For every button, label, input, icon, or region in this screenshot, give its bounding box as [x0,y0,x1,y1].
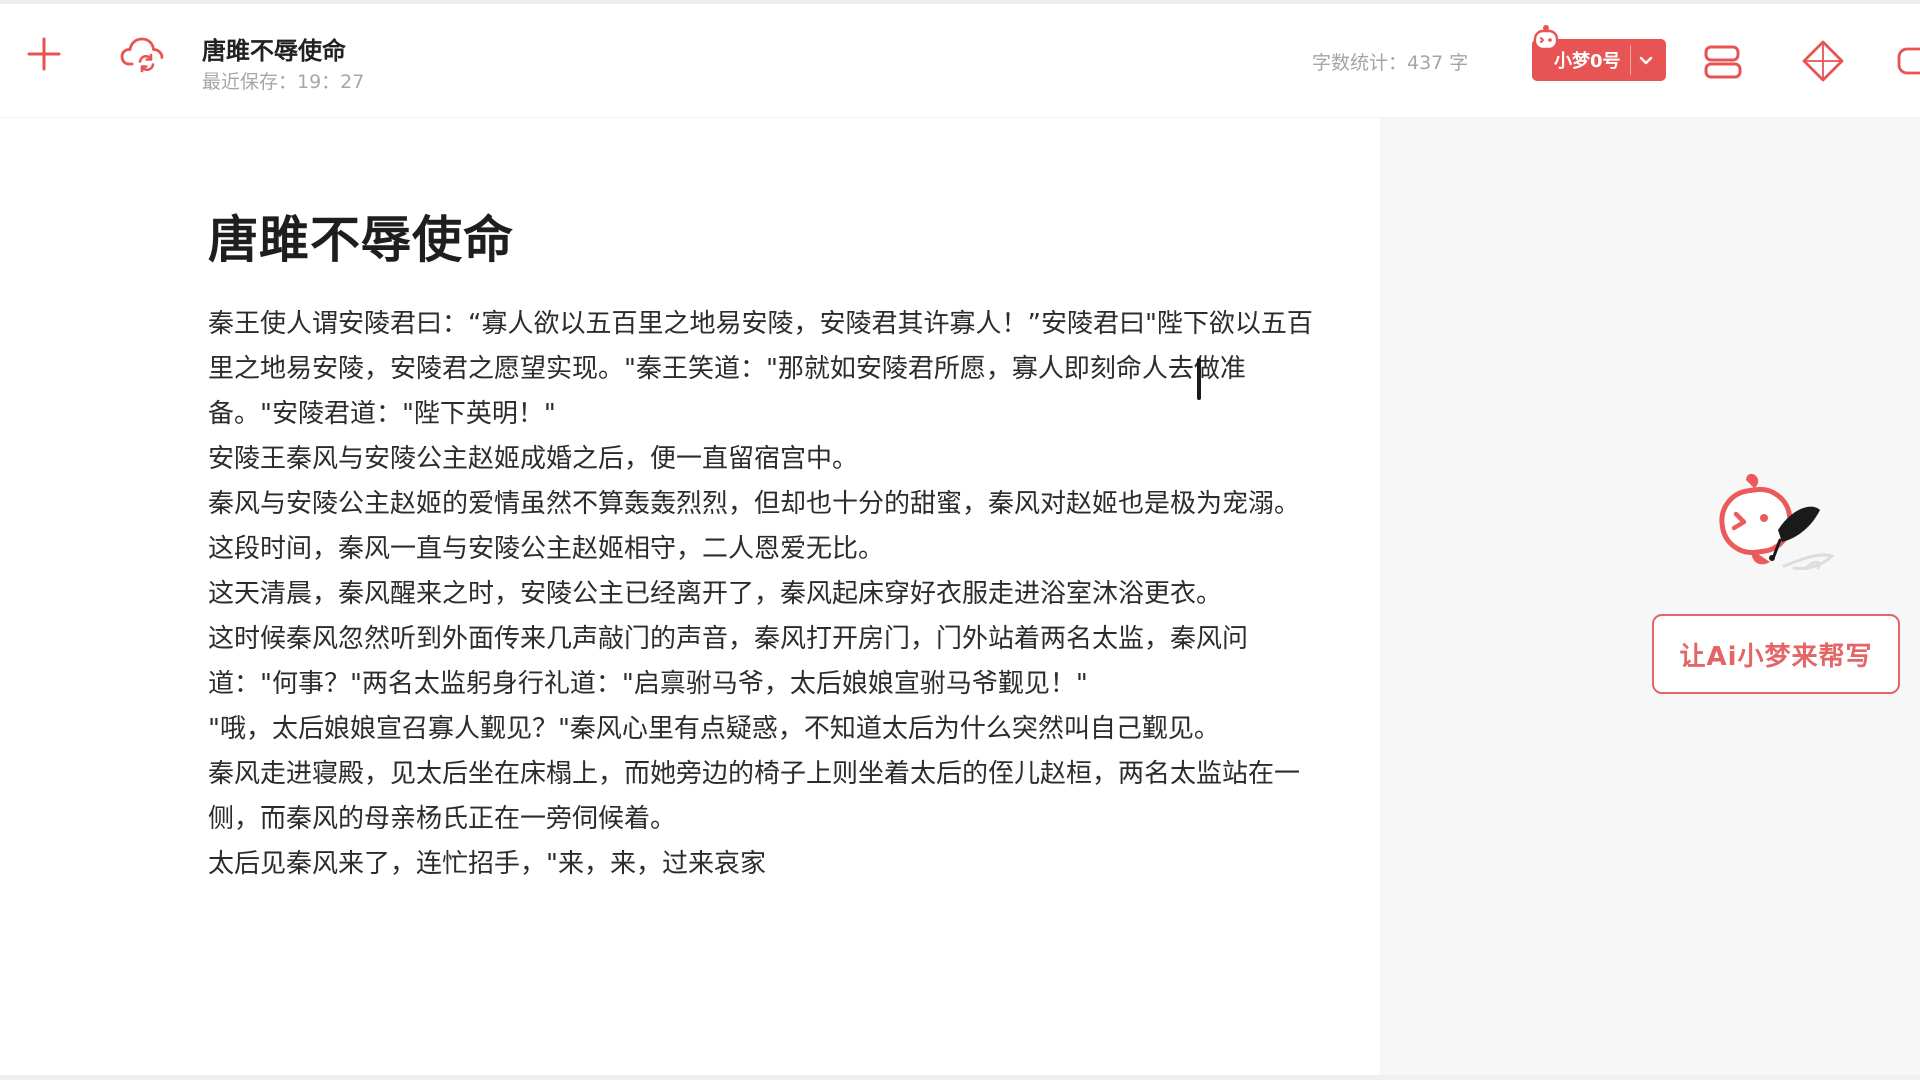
assistant-side-panel [1380,118,1920,1080]
article-paragraph[interactable]: 秦风与安陵公主赵姬的爱情虽然不算轰轰烈烈，但却也十分的甜蜜，秦风对赵姬也是极为宠… [208,482,1314,527]
article-paragraph[interactable]: 秦王使人谓安陵君曰：“寡人欲以五百里之地易安陵，安陵君其许寡人！”安陵君曰"陛下… [208,302,1314,437]
text-cursor [1197,358,1201,400]
word-count: 字数统计：437 字 [1312,52,1469,74]
article-body[interactable]: 秦王使人谓安陵君曰：“寡人欲以五百里之地易安陵，安陵君其许寡人！”安陵君曰"陛下… [208,302,1314,887]
outline-icon [1704,45,1742,79]
article-paragraph[interactable]: "哦，太后娘娘宣召寡人觐见？"秦风心里有点疑惑，不知道太后为什么突然叫自己觐见。 [208,707,1314,752]
ai-write-button[interactable]: 让Ai小梦来帮写 [1652,614,1900,694]
last-saved-time: 最近保存：19：27 [202,71,365,93]
cloud-sync-button[interactable] [118,30,166,78]
article-paragraph[interactable]: 这天清晨，秦风醒来之时，安陵公主已经离开了，秦风起床穿好衣服走进浴室沐浴更衣。 [208,572,1314,617]
article-paragraph[interactable]: 安陵王秦风与安陵公主赵姬成婚之后，便一直留宿宫中。 [208,437,1314,482]
outline-button[interactable] [1700,40,1746,84]
article-paragraph[interactable]: 这段时间，秦风一直与安陵公主赵姬相守，二人恩爱无比。 [208,527,1314,572]
editor-toolbar: 唐雎不辱使命 最近保存：19：27 字数统计：437 字 小梦0号 [0,4,1920,118]
article-title[interactable]: 唐雎不辱使命 [208,205,514,275]
more-tools-button[interactable] [1896,42,1920,82]
inspiration-button[interactable] [1800,38,1846,84]
model-selector-label: 小梦0号 [1554,51,1621,72]
article-paragraph[interactable]: 太后见秦风来了，连忙招手，"来，来，过来哀家 [208,842,1314,887]
window-bottom-border [0,1075,1920,1080]
article-paragraph[interactable]: 这时候秦风忽然听到外面传来几声敲门的声音，秦风打开房门，门外站着两名太监，秦风问… [208,617,1314,707]
document-title[interactable]: 唐雎不辱使命 [202,34,364,68]
diamond-icon [1802,40,1844,82]
cloud-sync-icon [120,37,164,73]
article-paragraph[interactable]: 秦风走进寝殿，见太后坐在床榻上，而她旁边的椅子上则坐着太后的侄儿赵桓，两名太监站… [208,752,1314,842]
mascot-icon [1719,473,1835,570]
robot-mascot-icon [1533,25,1559,51]
plus-icon [27,37,61,71]
chevron-down-icon[interactable] [1631,52,1661,68]
document-info: 唐雎不辱使命 最近保存：19：27 [202,34,364,95]
new-document-button[interactable] [22,32,66,76]
chat-bubble-icon [1897,47,1920,75]
